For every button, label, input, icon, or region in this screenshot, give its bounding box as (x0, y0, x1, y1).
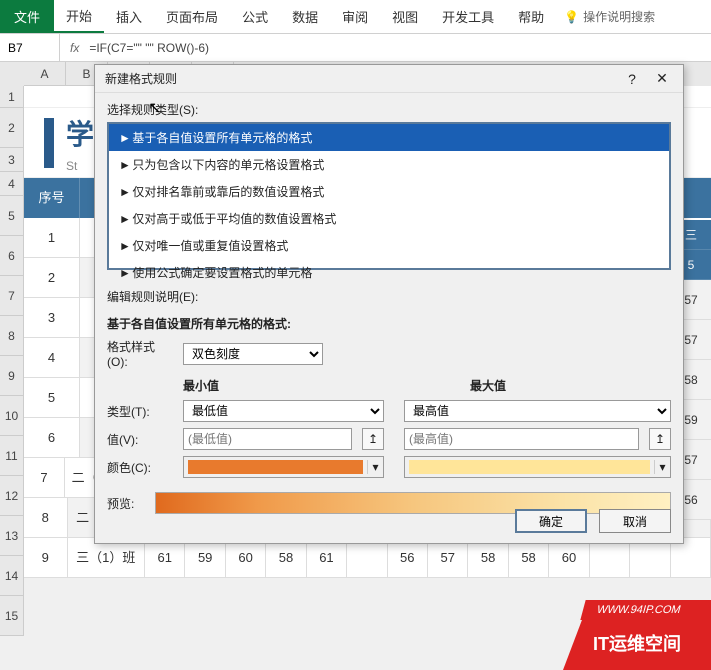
lightbulb-icon: 💡 (564, 10, 579, 24)
row-header[interactable]: 12 (0, 476, 24, 516)
max-title: 最大值 (394, 377, 671, 394)
tab-insert[interactable]: 插入 (104, 0, 154, 33)
ok-button[interactable]: 确定 (515, 509, 587, 533)
row-header[interactable]: 8 (0, 316, 24, 356)
col-seq: 序号 (24, 178, 80, 218)
tab-page-layout[interactable]: 页面布局 (154, 0, 230, 33)
row-header[interactable]: 7 (0, 276, 24, 316)
row-header[interactable]: 2 (0, 108, 24, 148)
range-picker-button[interactable]: ↥ (649, 428, 671, 450)
row-header[interactable]: 6 (0, 236, 24, 276)
row-header[interactable]: 1 (0, 86, 24, 108)
seq-cell[interactable]: 1 (24, 218, 80, 257)
tab-help[interactable]: 帮助 (506, 0, 556, 33)
col-header[interactable]: A (24, 62, 66, 86)
ribbon: 文件 开始 插入 页面布局 公式 数据 审阅 视图 开发工具 帮助 💡 操作说明… (0, 0, 711, 34)
color-label: 颜色(C): (107, 459, 173, 476)
formula-text[interactable]: =IF(C7="" "" ROW()-6) (89, 41, 711, 55)
tab-review[interactable]: 审阅 (330, 0, 380, 33)
up-arrow-icon: ↥ (368, 432, 378, 446)
rule-type-item[interactable]: ► 仅对高于或低于平均值的数值设置格式 (109, 205, 669, 232)
cancel-button[interactable]: 取消 (599, 509, 671, 533)
seq-cell[interactable]: 6 (24, 418, 80, 457)
color-swatch-preview (409, 460, 650, 474)
row-header[interactable]: 10 (0, 396, 24, 436)
row-header[interactable]: 11 (0, 436, 24, 476)
tab-home[interactable]: 开始 (54, 0, 104, 33)
row-headers: 1 2 3 4 5 6 7 8 9 10 11 12 13 14 15 (0, 86, 24, 636)
sheet-title: 学 (66, 113, 94, 153)
seq-cell[interactable]: 9 (24, 538, 68, 577)
row-header[interactable]: 14 (0, 556, 24, 596)
up-arrow-icon: ↥ (655, 432, 665, 446)
sheet-subtitle: St (66, 159, 94, 173)
color-swatch-preview (188, 460, 363, 474)
max-type-select[interactable]: 最高值 (404, 400, 671, 422)
min-value-input[interactable] (183, 428, 352, 450)
seq-cell[interactable]: 8 (24, 498, 68, 537)
min-type-select[interactable]: 最低值 (183, 400, 384, 422)
range-picker-button[interactable]: ↥ (362, 428, 384, 450)
row-header[interactable]: 3 (0, 148, 24, 172)
tell-me[interactable]: 💡 操作说明搜索 (564, 0, 655, 33)
max-color-picker[interactable]: ▾ (404, 456, 671, 478)
preview-label: 预览: (107, 495, 147, 512)
seq-cell[interactable]: 2 (24, 258, 80, 297)
close-icon: ✕ (656, 70, 668, 86)
tab-view[interactable]: 视图 (380, 0, 430, 33)
row-header[interactable]: 5 (0, 196, 24, 236)
watermark-label: IT运维空间 (563, 620, 711, 670)
seq-cell[interactable]: 5 (24, 378, 80, 417)
rule-type-item[interactable]: ► 只为包含以下内容的单元格设置格式 (109, 151, 669, 178)
tab-data[interactable]: 数据 (280, 0, 330, 33)
edit-caption: 基于各自值设置所有单元格的格式: (107, 309, 671, 338)
chevron-down-icon: ▾ (367, 460, 383, 474)
fx-icon[interactable]: fx (60, 41, 89, 55)
tell-me-label: 操作说明搜索 (583, 8, 655, 25)
dialog-titlebar: 新建格式规则 ? ✕ (95, 65, 683, 93)
watermark-url: WWW.94IP.COM (580, 600, 711, 620)
dialog-footer: 确定 取消 (515, 509, 671, 533)
help-button[interactable]: ? (617, 71, 647, 87)
table-row: 9三（1）班61596058615657585860 (24, 538, 711, 578)
rule-type-list[interactable]: ► 基于各自值设置所有单元格的格式 ► 只为包含以下内容的单元格设置格式 ► 仅… (107, 122, 671, 270)
rule-type-item[interactable]: ► 仅对唯一值或重复值设置格式 (109, 232, 669, 259)
tab-developer[interactable]: 开发工具 (430, 0, 506, 33)
row-header[interactable]: 13 (0, 516, 24, 556)
value-label: 值(V): (107, 431, 173, 448)
rule-type-item[interactable]: ► 仅对排名靠前或靠后的数值设置格式 (109, 178, 669, 205)
seq-cell[interactable]: 3 (24, 298, 80, 337)
file-tab[interactable]: 文件 (0, 0, 54, 33)
row-header[interactable]: 15 (0, 596, 24, 636)
close-button[interactable]: ✕ (647, 70, 677, 87)
seq-cell[interactable]: 4 (24, 338, 80, 377)
type-label: 类型(T): (107, 403, 173, 420)
edit-rule-area: 基于各自值设置所有单元格的格式: 格式样式(O): 双色刻度 最小值 类型(T)… (95, 309, 683, 514)
select-rule-type-label: 选择规则类型(S): (95, 93, 683, 122)
title-accent (44, 118, 54, 168)
new-format-rule-dialog: 新建格式规则 ? ✕ 选择规则类型(S): ► 基于各自值设置所有单元格的格式 … (94, 64, 684, 544)
seq-cell[interactable]: 7 (24, 458, 65, 497)
row-header[interactable]: 4 (0, 172, 24, 196)
dialog-title: 新建格式规则 (105, 70, 617, 87)
name-box[interactable]: B7 (0, 34, 60, 61)
edit-rule-label: 编辑规则说明(E): (95, 280, 683, 309)
max-value-input[interactable] (404, 428, 639, 450)
min-color-picker[interactable]: ▾ (183, 456, 384, 478)
min-title: 最小值 (107, 377, 384, 394)
formula-bar: B7 fx =IF(C7="" "" ROW()-6) (0, 34, 711, 62)
format-style-label: 格式样式(O): (107, 338, 173, 369)
rule-type-item[interactable]: ► 基于各自值设置所有单元格的格式 (109, 124, 669, 151)
format-style-select[interactable]: 双色刻度 (183, 343, 323, 365)
row-header[interactable]: 9 (0, 356, 24, 396)
chevron-down-icon: ▾ (654, 460, 670, 474)
tab-formulas[interactable]: 公式 (230, 0, 280, 33)
